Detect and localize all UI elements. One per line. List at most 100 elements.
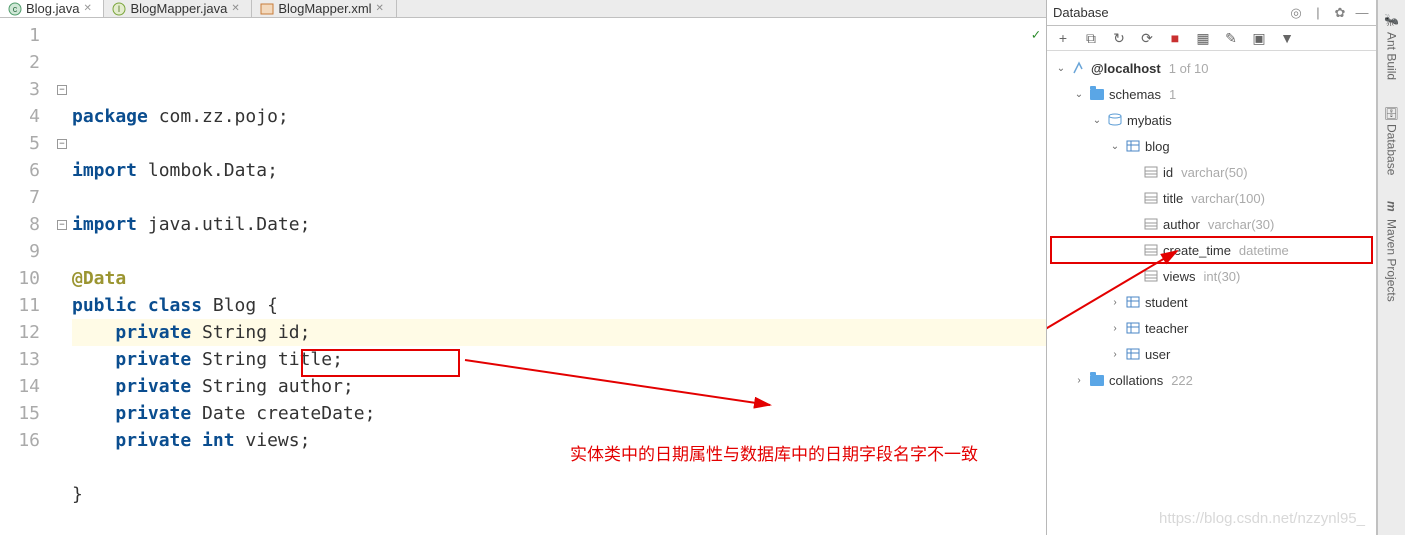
- code-line[interactable]: import lombok.Data;: [72, 157, 1046, 184]
- fold-gutter[interactable]: [52, 265, 72, 292]
- table-blog[interactable]: ⌄blog: [1051, 133, 1372, 159]
- collations-folder[interactable]: ›collations222: [1051, 367, 1372, 393]
- code-line[interactable]: private Date createDate;: [72, 400, 1046, 427]
- close-icon[interactable]: ✕: [83, 3, 95, 15]
- fold-gutter[interactable]: [52, 400, 72, 427]
- tab-blog-java[interactable]: c Blog.java ✕: [0, 0, 104, 17]
- tab-label: BlogMapper.java: [130, 1, 227, 16]
- refresh-icon[interactable]: ↻: [1111, 30, 1127, 46]
- fold-toggle[interactable]: −: [52, 130, 72, 157]
- fold-gutter[interactable]: [52, 103, 72, 130]
- db-connection[interactable]: ⌄@localhost1 of 10: [1051, 55, 1372, 81]
- folder-icon: [1090, 89, 1104, 100]
- code-line[interactable]: [72, 238, 1046, 265]
- chevron-icon[interactable]: ⌄: [1055, 63, 1067, 74]
- class-icon: c: [8, 2, 22, 16]
- line-number: 2: [0, 49, 40, 76]
- column-views[interactable]: viewsint(30): [1051, 263, 1372, 289]
- code-line[interactable]: [72, 184, 1046, 211]
- code-line[interactable]: [72, 508, 1046, 535]
- fold-gutter[interactable]: [52, 373, 72, 400]
- target-icon[interactable]: ◎: [1288, 5, 1304, 21]
- line-gutter: 12345678910111213141516: [0, 18, 52, 535]
- chevron-icon[interactable]: ›: [1109, 349, 1121, 360]
- column-author[interactable]: authorvarchar(30): [1051, 211, 1372, 237]
- code-line[interactable]: private String id;: [72, 319, 1046, 346]
- filter-icon[interactable]: ▼: [1279, 30, 1295, 46]
- fold-gutter[interactable]: [52, 427, 72, 454]
- close-icon[interactable]: ✕: [231, 3, 243, 15]
- close-icon[interactable]: ✕: [376, 3, 388, 15]
- code-line[interactable]: private String author;: [72, 373, 1046, 400]
- database-tab[interactable]: 🗄Database: [1383, 100, 1401, 181]
- sync-icon[interactable]: ⟳: [1139, 30, 1155, 46]
- table-student[interactable]: ›student: [1051, 289, 1372, 315]
- fold-toggle[interactable]: −: [52, 76, 72, 103]
- add-icon[interactable]: +: [1055, 30, 1071, 46]
- fold-gutter[interactable]: [52, 319, 72, 346]
- chevron-icon[interactable]: ⌄: [1109, 141, 1121, 152]
- schemas-folder[interactable]: ⌄schemas1: [1051, 81, 1372, 107]
- chevron-icon[interactable]: ›: [1109, 323, 1121, 334]
- database-tree[interactable]: ⌄@localhost1 of 10⌄schemas1⌄mybatis⌄blog…: [1047, 51, 1376, 535]
- line-number: 3: [0, 76, 40, 103]
- svg-text:I: I: [118, 4, 121, 14]
- line-number: 13: [0, 346, 40, 373]
- edit-icon[interactable]: ✎: [1223, 30, 1239, 46]
- divider-icon: |: [1310, 5, 1326, 21]
- tab-blog-mapper-java[interactable]: I BlogMapper.java ✕: [104, 0, 252, 17]
- column-create_time[interactable]: create_timedatetime: [1051, 237, 1372, 263]
- xml-icon: [260, 2, 274, 16]
- maven-tab[interactable]: mMaven Projects: [1383, 195, 1401, 308]
- column-title[interactable]: titlevarchar(100): [1051, 185, 1372, 211]
- fold-toggle[interactable]: −: [52, 211, 72, 238]
- tab-blog-mapper-xml[interactable]: BlogMapper.xml ✕: [252, 0, 396, 17]
- line-number: 10: [0, 265, 40, 292]
- fold-gutter[interactable]: [52, 184, 72, 211]
- stop-icon[interactable]: ■: [1167, 30, 1183, 46]
- panel-title: Database: [1053, 5, 1282, 20]
- table-teacher[interactable]: ›teacher: [1051, 315, 1372, 341]
- settings-icon[interactable]: ✿: [1332, 5, 1348, 21]
- line-number: 8: [0, 211, 40, 238]
- database-panel: Database ◎ | ✿ — + ⧉ ↻ ⟳ ■ ▦ ✎ ▣ ▼ ⌄@loc…: [1047, 0, 1377, 535]
- ant-build-tab[interactable]: 🐜Ant Build: [1383, 8, 1401, 86]
- code-line[interactable]: private String title;: [72, 346, 1046, 373]
- line-number: 5: [0, 130, 40, 157]
- grid-icon[interactable]: ▦: [1195, 30, 1211, 46]
- schema-mybatis[interactable]: ⌄mybatis: [1051, 107, 1372, 133]
- inspection-ok-icon: ✓: [1032, 22, 1040, 49]
- code-line[interactable]: package com.zz.pojo;: [72, 103, 1046, 130]
- fold-gutter[interactable]: [52, 238, 72, 265]
- duplicate-icon[interactable]: ⧉: [1083, 30, 1099, 46]
- chevron-icon[interactable]: ⌄: [1073, 89, 1085, 100]
- database-toolbar: + ⧉ ↻ ⟳ ■ ▦ ✎ ▣ ▼: [1047, 26, 1376, 51]
- fold-gutter[interactable]: [52, 346, 72, 373]
- fold-gutter[interactable]: [52, 49, 72, 76]
- fold-gutter[interactable]: [52, 157, 72, 184]
- code-line[interactable]: @Data: [72, 265, 1046, 292]
- fold-gutter[interactable]: [52, 292, 72, 319]
- sql-icon[interactable]: ▣: [1251, 30, 1267, 46]
- column-id[interactable]: idvarchar(50): [1051, 159, 1372, 185]
- database-header: Database ◎ | ✿ —: [1047, 0, 1376, 26]
- chevron-icon[interactable]: ›: [1109, 297, 1121, 308]
- editor-area: c Blog.java ✕ I BlogMapper.java ✕ BlogMa…: [0, 0, 1047, 535]
- tab-label: Blog.java: [26, 1, 79, 16]
- line-number: 4: [0, 103, 40, 130]
- table-user[interactable]: ›user: [1051, 341, 1372, 367]
- code-line[interactable]: [72, 130, 1046, 157]
- line-number: 14: [0, 373, 40, 400]
- db-icon: 🗄: [1385, 106, 1399, 120]
- minimize-icon[interactable]: —: [1354, 5, 1370, 21]
- code-line[interactable]: import java.util.Date;: [72, 211, 1046, 238]
- code-line[interactable]: }: [72, 481, 1046, 508]
- line-number: 16: [0, 427, 40, 454]
- chevron-icon[interactable]: ›: [1073, 375, 1085, 386]
- annotation-text: 实体类中的日期属性与数据库中的日期字段名字不一致: [570, 440, 978, 465]
- chevron-icon[interactable]: ⌄: [1091, 115, 1103, 126]
- code-line[interactable]: public class Blog {: [72, 292, 1046, 319]
- line-number: 11: [0, 292, 40, 319]
- line-number: 6: [0, 157, 40, 184]
- fold-gutter[interactable]: [52, 22, 72, 49]
